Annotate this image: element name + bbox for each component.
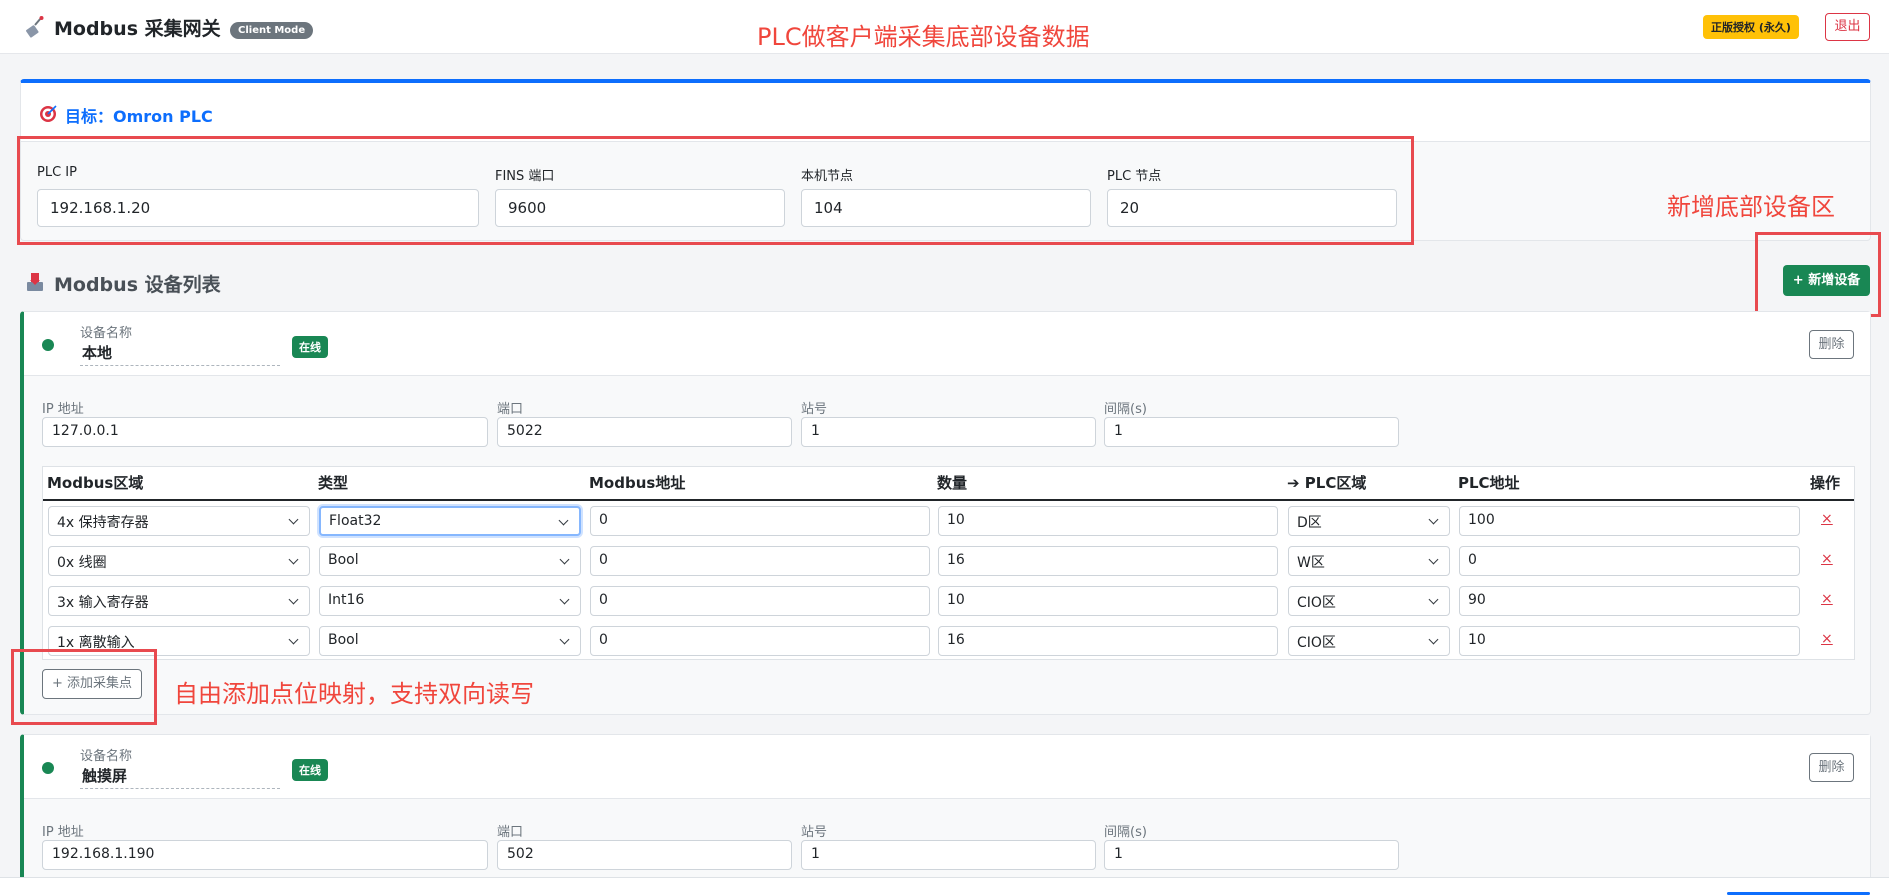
delete-device-button[interactable]: 删除 — [1809, 330, 1854, 359]
station-label: 站号 — [801, 825, 828, 840]
delete-device-button[interactable]: 删除 — [1809, 753, 1854, 782]
online-badge: 在线 — [292, 759, 328, 781]
device-list-title: Modbus 设备列表 — [54, 274, 221, 296]
station-label: 站号 — [801, 402, 828, 417]
remove-row-button[interactable]: × — [1821, 591, 1833, 607]
ip-label: IP 地址 — [42, 825, 84, 840]
ip-input[interactable]: 127.0.0.1 — [42, 417, 488, 447]
annotation-add-device-box — [1755, 232, 1881, 317]
count-input[interactable]: 10 — [938, 586, 1278, 616]
device-name-label: 设备名称 — [80, 326, 133, 341]
remove-row-button[interactable]: × — [1821, 511, 1833, 527]
port-label: 端口 — [497, 825, 524, 840]
modbus-address-input[interactable]: 0 — [590, 586, 930, 616]
port-input[interactable]: 5022 — [497, 417, 792, 447]
device-card: 设备名称 触摸屏 在线 删除 IP 地址 192.168.1.190 端口 50… — [20, 734, 1871, 895]
device-name-input[interactable]: 本地 — [80, 342, 280, 366]
modbus-address-input[interactable]: 0 — [590, 626, 930, 656]
inbox-icon — [27, 273, 43, 291]
plc-area-select[interactable]: CIO区 — [1288, 626, 1450, 656]
col-header-type: 类型 — [318, 474, 349, 492]
device-card: 设备名称 本地 在线 删除 IP 地址 127.0.0.1 端口 5022 站号… — [20, 311, 1871, 715]
type-select[interactable]: Int16 — [319, 586, 581, 616]
ip-label: IP 地址 — [42, 402, 84, 417]
interval-input[interactable]: 1 — [1104, 417, 1399, 447]
interval-label: 间隔(s) — [1104, 825, 1147, 840]
plc-address-input[interactable]: 100 — [1459, 506, 1800, 536]
modbus-area-select[interactable]: 4x 保持寄存器 — [48, 506, 310, 536]
col-header-plc-area: ➔ PLC区域 — [1287, 474, 1367, 492]
annotation-add-point-note: 自由添加点位映射，支持双向读写 — [174, 680, 534, 708]
port-input[interactable]: 502 — [497, 840, 792, 870]
status-dot — [42, 339, 54, 351]
satellite-icon — [26, 16, 44, 38]
target-title: 目标：Omron PLC — [65, 107, 213, 126]
modbus-address-input[interactable]: 0 — [590, 506, 930, 536]
modbus-address-input[interactable]: 0 — [590, 546, 930, 576]
count-input[interactable]: 16 — [938, 546, 1278, 576]
col-header-modbus-area: Modbus区域 — [47, 474, 144, 492]
device-name-input[interactable]: 触摸屏 — [80, 765, 280, 789]
col-header-actions: 操作 — [1810, 474, 1841, 492]
type-select[interactable]: Bool — [319, 626, 581, 656]
logout-button[interactable]: 退出 — [1825, 13, 1870, 41]
annotation-add-point-box — [11, 649, 157, 725]
target-card-header: 目标：Omron PLC — [21, 83, 1870, 142]
station-input[interactable]: 1 — [801, 840, 1096, 870]
device-card-header: 设备名称 触摸屏 在线 删除 — [24, 735, 1870, 799]
online-badge: 在线 — [292, 336, 328, 358]
modbus-area-select[interactable]: 3x 输入寄存器 — [48, 586, 310, 616]
port-label: 端口 — [497, 402, 524, 417]
plc-address-input[interactable]: 0 — [1459, 546, 1800, 576]
target-icon — [40, 105, 57, 122]
status-dot — [42, 762, 54, 774]
device-name-label: 设备名称 — [80, 749, 133, 764]
type-select[interactable]: Float32 — [319, 506, 581, 536]
license-badge: 正版授权 (永久) — [1703, 15, 1799, 39]
remove-row-button[interactable]: × — [1821, 631, 1833, 647]
plc-area-select[interactable]: W区 — [1288, 546, 1450, 576]
col-header-modbus-address: Modbus地址 — [589, 474, 686, 492]
station-input[interactable]: 1 — [801, 417, 1096, 447]
mode-badge: Client Mode — [230, 22, 314, 39]
plc-area-select[interactable]: CIO区 — [1288, 586, 1450, 616]
table-header-divider — [43, 499, 1854, 501]
annotation-top-note: PLC做客户端采集底部设备数据 — [757, 23, 1090, 51]
ip-input[interactable]: 192.168.1.190 — [42, 840, 488, 870]
point-mapping-table: Modbus区域 类型 Modbus地址 数量 ➔ PLC区域 PLC地址 操作… — [42, 466, 1855, 660]
type-select[interactable]: Bool — [319, 546, 581, 576]
col-header-plc-address: PLC地址 — [1458, 474, 1520, 492]
plc-address-input[interactable]: 90 — [1459, 586, 1800, 616]
plc-area-select[interactable]: D区 — [1288, 506, 1450, 536]
plc-address-input[interactable]: 10 — [1459, 626, 1800, 656]
annotation-add-device-note: 新增底部设备区 — [1667, 193, 1835, 221]
interval-label: 间隔(s) — [1104, 402, 1147, 417]
count-input[interactable]: 10 — [938, 506, 1278, 536]
count-input[interactable]: 16 — [938, 626, 1278, 656]
interval-input[interactable]: 1 — [1104, 840, 1399, 870]
col-header-count: 数量 — [937, 474, 968, 492]
modbus-area-select[interactable]: 0x 线圈 — [48, 546, 310, 576]
app-title: Modbus 采集网关 — [54, 18, 221, 40]
device-card-header: 设备名称 本地 在线 删除 — [24, 312, 1870, 376]
annotation-target-box — [17, 136, 1414, 245]
bottom-bar — [0, 877, 1889, 895]
remove-row-button[interactable]: × — [1821, 551, 1833, 567]
